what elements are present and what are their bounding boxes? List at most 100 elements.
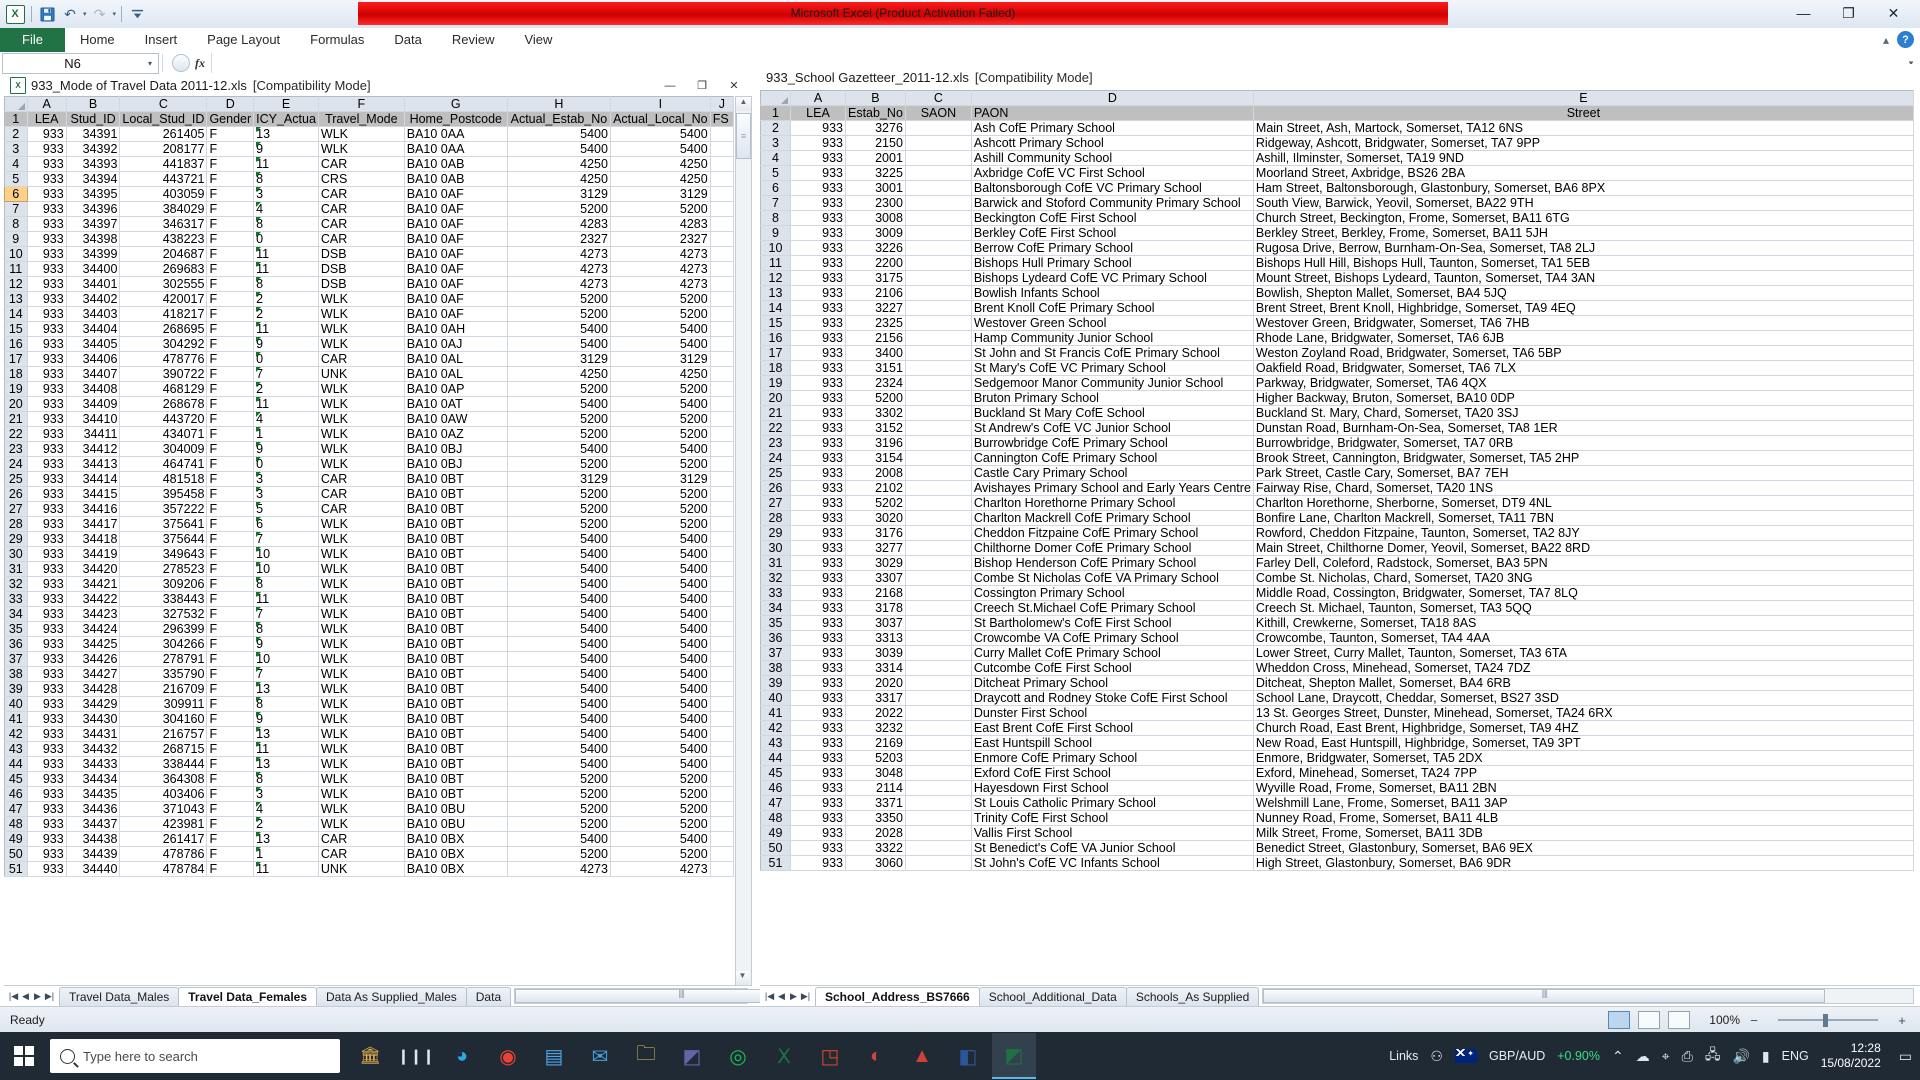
- table-row[interactable]: 38 933 34427 335790 F 7 WLK BA10 0BT 5400 5400: [4, 666, 734, 682]
- cell[interactable]: Dunster First School: [971, 705, 1254, 721]
- cell[interactable]: 933: [790, 645, 846, 661]
- cell[interactable]: 34398: [66, 231, 121, 247]
- row-header-21[interactable]: 21: [4, 411, 28, 427]
- table-row[interactable]: 43 933 34432 268715 F 11 WLK BA10 0BT 5400 5400: [4, 741, 734, 757]
- cell[interactable]: BA10 0AF: [404, 246, 508, 262]
- cell[interactable]: 346317: [119, 216, 208, 232]
- left-scroll-thumb[interactable]: [736, 113, 751, 159]
- row-header-15[interactable]: 15: [760, 315, 791, 331]
- cell[interactable]: 349643: [119, 546, 208, 562]
- cell[interactable]: Combe St Nicholas CofE VA Primary School: [971, 570, 1254, 586]
- cell[interactable]: [905, 285, 972, 301]
- row-header-14[interactable]: 14: [760, 300, 791, 316]
- table-row[interactable]: 12 933 3175 Bishops Lydeard CofE VC Primary…: [760, 270, 1914, 286]
- cell[interactable]: 438223: [119, 231, 208, 247]
- row-header-45[interactable]: 45: [4, 771, 28, 787]
- cell[interactable]: 4250: [507, 156, 611, 172]
- cell[interactable]: F: [206, 186, 255, 202]
- cell[interactable]: 204687: [119, 246, 208, 262]
- cell[interactable]: Lower Street, Curry Mallet, Taunton, Som…: [1253, 645, 1914, 661]
- sheet-tab-data-as-supplied-males[interactable]: Data As Supplied_Males: [316, 986, 467, 1006]
- cell[interactable]: 3008: [845, 210, 906, 226]
- cell[interactable]: CAR: [318, 501, 405, 517]
- cell[interactable]: BA10 0BT: [404, 486, 508, 502]
- cell[interactable]: 933: [790, 750, 846, 766]
- cell[interactable]: Bruton Primary School: [971, 390, 1254, 406]
- cell[interactable]: [905, 435, 972, 451]
- cell[interactable]: 3227: [845, 300, 906, 316]
- cell[interactable]: 434071: [119, 426, 208, 442]
- cell[interactable]: 1: [253, 426, 319, 442]
- cell[interactable]: East Huntspill School: [971, 735, 1254, 751]
- table-row[interactable]: 10 933 34399 204687 F 11 DSB BA10 0AF 4273 4273: [4, 246, 734, 262]
- cell[interactable]: 10: [253, 651, 319, 667]
- table-row[interactable]: 8 933 3008 Beckington CofE First School Chur…: [760, 210, 1914, 226]
- row-header-22[interactable]: 22: [4, 426, 28, 442]
- cell[interactable]: 5200: [507, 381, 611, 397]
- cell[interactable]: F: [206, 606, 255, 622]
- row-header-35[interactable]: 35: [4, 621, 28, 637]
- cell[interactable]: 5400: [610, 531, 711, 547]
- cell[interactable]: [905, 390, 972, 406]
- table-row[interactable]: 44 933 34433 338444 F 13 WLK BA10 0BT 5400 5400: [4, 756, 734, 772]
- cell[interactable]: 443721: [119, 171, 208, 187]
- column-header-a[interactable]: A: [790, 90, 846, 106]
- cell[interactable]: 3350: [845, 810, 906, 826]
- cell[interactable]: F: [206, 456, 255, 472]
- cell[interactable]: 933: [790, 210, 846, 226]
- cell[interactable]: 933: [790, 270, 846, 286]
- cell[interactable]: 6: [253, 516, 319, 532]
- cell[interactable]: BA10 0AB: [404, 156, 508, 172]
- cell[interactable]: [905, 345, 972, 361]
- cell[interactable]: 478786: [119, 846, 208, 862]
- cell[interactable]: Brook Street, Cannington, Bridgwater, So…: [1253, 450, 1914, 466]
- cell[interactable]: 34401: [66, 276, 121, 292]
- cell[interactable]: 304292: [119, 336, 208, 352]
- mail-icon[interactable]: ✉: [578, 1034, 622, 1078]
- cell[interactable]: BA10 0AB: [404, 171, 508, 187]
- cell[interactable]: WLK: [318, 636, 405, 652]
- cell[interactable]: CAR: [318, 846, 405, 862]
- cell[interactable]: 34408: [66, 381, 121, 397]
- cell[interactable]: WLK: [318, 561, 405, 577]
- cell[interactable]: WLK: [318, 126, 405, 142]
- row-header-34[interactable]: 34: [4, 606, 28, 622]
- cell[interactable]: Rhode Lane, Bridgwater, Somerset, TA6 6J…: [1253, 330, 1914, 346]
- cell[interactable]: [710, 366, 734, 382]
- left-workbook-close[interactable]: ✕: [718, 75, 750, 96]
- cell[interactable]: WLK: [318, 591, 405, 607]
- table-row[interactable]: 47 933 3371 St Louis Catholic Primary Schoo…: [760, 795, 1914, 811]
- cell[interactable]: Farley Dell, Coleford, Radstock, Somerse…: [1253, 555, 1914, 571]
- chrome-icon[interactable]: ◉: [486, 1034, 530, 1078]
- cell[interactable]: 5200: [610, 381, 711, 397]
- cell[interactable]: [905, 300, 972, 316]
- excel-taskbar-icon[interactable]: Ⅹ: [762, 1034, 806, 1078]
- close-button[interactable]: ✕: [1871, 1, 1916, 25]
- cell[interactable]: 933: [27, 711, 67, 727]
- table-row[interactable]: 15 933 2325 Westover Green School Westover G…: [760, 315, 1914, 331]
- cell[interactable]: 5200: [610, 771, 711, 787]
- cell[interactable]: [905, 405, 972, 421]
- column-header-f[interactable]: F: [317, 96, 405, 112]
- cell[interactable]: 34424: [66, 621, 121, 637]
- cell[interactable]: [710, 321, 734, 337]
- table-row[interactable]: 51 933 34440 478784 F 11 UNK BA10 0BX 4273 4273: [4, 861, 734, 877]
- cell[interactable]: WLK: [318, 396, 405, 412]
- cell[interactable]: 5400: [507, 681, 611, 697]
- cell[interactable]: 0: [253, 231, 319, 247]
- cell[interactable]: 5200: [507, 456, 611, 472]
- cell[interactable]: 4: [253, 201, 319, 217]
- cell[interactable]: 5200: [507, 846, 611, 862]
- cell[interactable]: Bowlish Infants School: [971, 285, 1254, 301]
- cell[interactable]: [710, 306, 734, 322]
- cell[interactable]: 11: [253, 861, 319, 877]
- row-header-32[interactable]: 32: [4, 576, 28, 592]
- cell[interactable]: 5400: [507, 336, 611, 352]
- cell[interactable]: Church Road, East Brent, Highbridge, Som…: [1253, 720, 1914, 736]
- table-row[interactable]: 49 933 2028 Vallis First School Milk Street,…: [760, 825, 1914, 841]
- school-gazetteer-table[interactable]: A B C D E 1 LEA Estab_No SAON PAON Street 2 933 3276 A…: [760, 90, 1914, 871]
- cell[interactable]: 933: [790, 240, 846, 256]
- cell[interactable]: 5200: [610, 426, 711, 442]
- cell[interactable]: CAR: [318, 831, 405, 847]
- cell[interactable]: St Mary's CofE VC Primary School: [971, 360, 1254, 376]
